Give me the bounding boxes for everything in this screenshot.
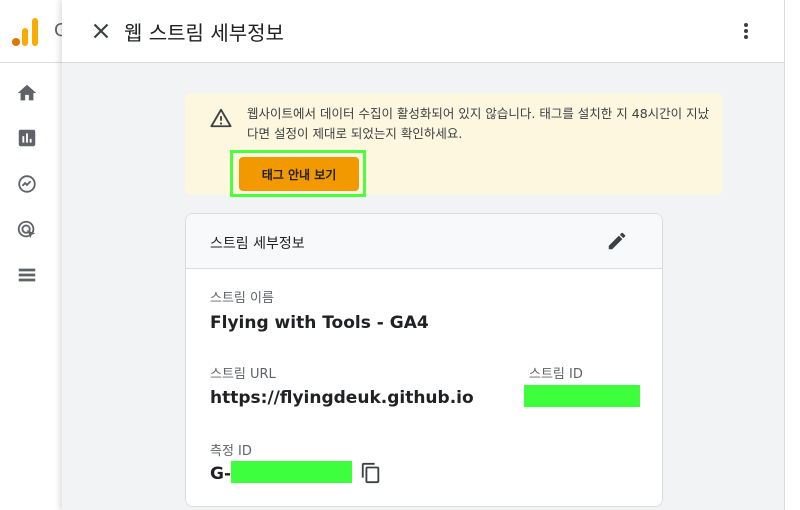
view-tag-instructions-button[interactable]: 태그 안내 보기 (239, 157, 359, 191)
close-icon[interactable] (88, 18, 114, 44)
more-vert-icon[interactable] (734, 18, 758, 44)
app-rail: G (0, 0, 68, 510)
stream-details-title: 스트림 세부정보 (210, 236, 305, 252)
reports-icon[interactable] (16, 127, 38, 149)
measurement-id-label: 측정 ID (210, 444, 252, 459)
background-page-edge (784, 0, 800, 510)
measurement-id-prefix: G- (210, 464, 232, 484)
home-icon[interactable] (16, 82, 38, 104)
stream-name-label: 스트림 이름 (210, 291, 274, 306)
advertising-icon[interactable] (16, 219, 38, 241)
stream-name-value: Flying with Tools - GA4 (210, 313, 429, 333)
stream-details-card: 스트림 세부정보 스트림 이름 Flying with Tools - GA4 … (185, 213, 663, 507)
stream-id-redacted (524, 385, 640, 407)
stream-details-card-header: 스트림 세부정보 (186, 214, 662, 269)
analytics-logo-icon (12, 16, 42, 46)
copy-icon[interactable] (360, 461, 382, 485)
measurement-id-redacted (231, 461, 352, 483)
stream-url-value: https://flyingdeuk.github.io (210, 388, 474, 408)
web-stream-details-panel: 웹 스트림 세부정보 웹사이트에서 데이터 수집이 활성화되어 있지 않습니다.… (62, 0, 784, 510)
warning-icon (210, 108, 232, 128)
warning-message: 웹사이트에서 데이터 수집이 활성화되어 있지 않습니다. 태그를 설치한 지 … (247, 106, 710, 141)
panel-title: 웹 스트림 세부정보 (124, 21, 284, 45)
rail-header: G (0, 0, 68, 63)
edit-pencil-icon[interactable] (606, 230, 628, 252)
stream-id-label: 스트림 ID (529, 367, 583, 382)
configure-list-icon[interactable] (16, 264, 38, 286)
stream-url-label: 스트림 URL (210, 367, 276, 382)
data-collection-warning-banner: 웹사이트에서 데이터 수집이 활성화되어 있지 않습니다. 태그를 설치한 지 … (185, 93, 723, 197)
explore-icon[interactable] (16, 173, 38, 195)
panel-header: 웹 스트림 세부정보 (62, 0, 784, 63)
